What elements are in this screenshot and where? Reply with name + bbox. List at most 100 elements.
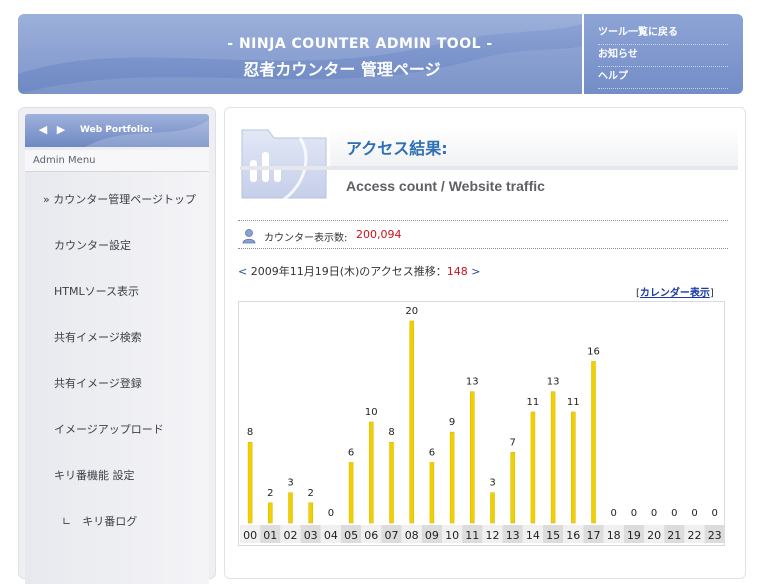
- top-nav-help-link[interactable]: ヘルプ: [598, 66, 728, 89]
- bar-value-label: 2: [267, 488, 273, 499]
- hour-bar: [550, 391, 556, 524]
- bar-value-label: 11: [567, 397, 580, 408]
- dotted-divider: [238, 248, 728, 249]
- bar-value-label: 11: [527, 397, 540, 408]
- hour-bar: [449, 431, 455, 524]
- calendar-link-wrapper: [カレンダー表示]: [636, 284, 714, 299]
- bar-value-label: 6: [429, 447, 435, 458]
- sidebar-item-html-source[interactable]: HTMLソース表示: [25, 277, 238, 307]
- title-divider: [240, 166, 738, 170]
- calendar-bracket-close: ]: [709, 288, 714, 299]
- hour-tick-label: 00: [243, 529, 257, 542]
- hour-bar: [591, 361, 596, 524]
- hour-tick-label: 01: [263, 529, 277, 542]
- hour-tick-label: 05: [344, 529, 358, 542]
- calendar-link[interactable]: カレンダー表示: [640, 288, 710, 299]
- header-title-jp: 忍者カウンター 管理ページ: [243, 60, 441, 79]
- sidebar-item-counter-settings[interactable]: カウンター設定: [25, 231, 238, 261]
- hour-tick-label: 21: [667, 529, 681, 542]
- hour-tick-label: 22: [688, 529, 702, 542]
- hour-bar: [369, 421, 374, 524]
- hour-bar: [490, 492, 495, 524]
- top-nav-news-link[interactable]: お知らせ: [598, 44, 728, 67]
- hour-tick-label: 18: [607, 529, 621, 542]
- top-nav-tools-link[interactable]: ツール一覧に戻る: [598, 22, 728, 45]
- header-swirl-graphic: [18, 14, 582, 94]
- counter-label: カウンター表示数:: [264, 233, 348, 244]
- bar-value-label: 6: [348, 447, 354, 458]
- bar-value-label: 0: [631, 508, 637, 519]
- sidebar-item-kiriban-log[interactable]: ∟ キリ番ログ: [25, 507, 246, 537]
- hour-tick-label: 13: [506, 529, 520, 542]
- hour-bar: [288, 492, 293, 524]
- next-day-link[interactable]: >: [468, 265, 480, 278]
- page-subtitle: Access count / Website traffic: [346, 178, 545, 194]
- bar-value-label: 13: [547, 377, 560, 388]
- hour-tick-label: 16: [566, 529, 580, 542]
- bar-value-label: 0: [611, 508, 617, 519]
- bar-value-label: 3: [287, 478, 293, 489]
- prev-day-link[interactable]: <: [238, 265, 247, 278]
- sidebar-item-kiriban-settings[interactable]: キリ番機能 設定: [25, 461, 238, 491]
- hour-tick-label: 09: [425, 529, 439, 542]
- hour-tick-label: 08: [405, 529, 419, 542]
- hour-tick-label: 23: [708, 529, 722, 542]
- daily-count: 148: [446, 265, 468, 278]
- forward-arrow-icon[interactable]: ▶: [55, 124, 67, 136]
- bar-value-label: 0: [328, 508, 334, 519]
- hour-tick-label: 02: [284, 529, 298, 542]
- bar-value-label: 0: [651, 508, 657, 519]
- sidebar-header-label: Web Portfolio:: [80, 125, 153, 135]
- sidebar-header: ◀ ▶ Web Portfolio:: [25, 114, 209, 147]
- hour-tick-label: 07: [385, 529, 399, 542]
- hour-bar: [510, 452, 515, 524]
- date-nav: < 2009年11月19日(木)のアクセス推移：148 >: [238, 263, 480, 279]
- hour-tick-label: 12: [486, 529, 500, 542]
- hourly-access-chart: 0080120230320400560610078082009610911131…: [240, 306, 725, 543]
- hour-bar: [348, 462, 354, 524]
- sidebar-subtitle: Admin Menu: [25, 150, 209, 172]
- hour-tick-label: 14: [526, 529, 540, 542]
- hour-bar: [571, 411, 576, 524]
- sidebar-item-counter-top[interactable]: » カウンター管理ページトップ: [25, 185, 227, 215]
- hour-bar: [409, 320, 414, 524]
- hour-tick-label: 17: [587, 529, 601, 542]
- hour-tick-label: 11: [465, 529, 479, 542]
- bar-value-label: 8: [247, 427, 253, 438]
- hour-tick-label: 04: [324, 529, 338, 542]
- user-icon: [242, 229, 256, 244]
- hour-bar: [389, 441, 394, 524]
- bar-value-label: 0: [691, 508, 697, 519]
- sidebar-item-shared-image-search[interactable]: 共有イメージ検索: [25, 323, 238, 353]
- bar-value-label: 0: [671, 508, 677, 519]
- hour-tick-label: 03: [304, 529, 318, 542]
- bar-value-label: 20: [405, 306, 418, 317]
- hour-tick-label: 10: [445, 529, 459, 542]
- sidebar-item-image-upload[interactable]: イメージアップロード: [25, 415, 238, 445]
- date-text: 2009年11月19日(木)のアクセス推移：: [247, 265, 447, 278]
- dotted-divider: [238, 220, 728, 221]
- bar-value-label: 16: [587, 346, 600, 357]
- top-nav: ツール一覧に戻る お知らせ ヘルプ: [584, 14, 743, 94]
- bar-value-label: 9: [449, 417, 455, 428]
- hour-bar: [268, 502, 273, 524]
- bar-value-label: 10: [365, 407, 378, 418]
- hour-tick-label: 06: [364, 529, 378, 542]
- bar-value-label: 13: [466, 377, 479, 388]
- hour-bar: [470, 391, 475, 524]
- hour-tick-label: 19: [627, 529, 641, 542]
- sidebar-panel: ◀ ▶ Web Portfolio: Admin Menu » カウンター管理ペ…: [25, 114, 209, 584]
- counter-value: 200,094: [356, 228, 402, 241]
- sidebar: ◀ ▶ Web Portfolio: Admin Menu » カウンター管理ペ…: [18, 107, 216, 584]
- bar-value-label: 0: [712, 508, 718, 519]
- hour-tick-label: 20: [647, 529, 661, 542]
- back-arrow-icon[interactable]: ◀: [37, 124, 49, 136]
- sidebar-item-shared-image-register[interactable]: 共有イメージ登録: [25, 369, 238, 399]
- hour-bar: [530, 411, 536, 524]
- hour-tick-label: 15: [546, 529, 560, 542]
- hour-bar: [429, 462, 435, 524]
- header-banner: - NINJA COUNTER ADMIN TOOL - 忍者カウンター 管理ペ…: [18, 14, 582, 94]
- header-title-en: - NINJA COUNTER ADMIN TOOL -: [227, 36, 493, 52]
- bar-value-label: 2: [308, 488, 314, 499]
- bar-value-label: 3: [489, 478, 495, 489]
